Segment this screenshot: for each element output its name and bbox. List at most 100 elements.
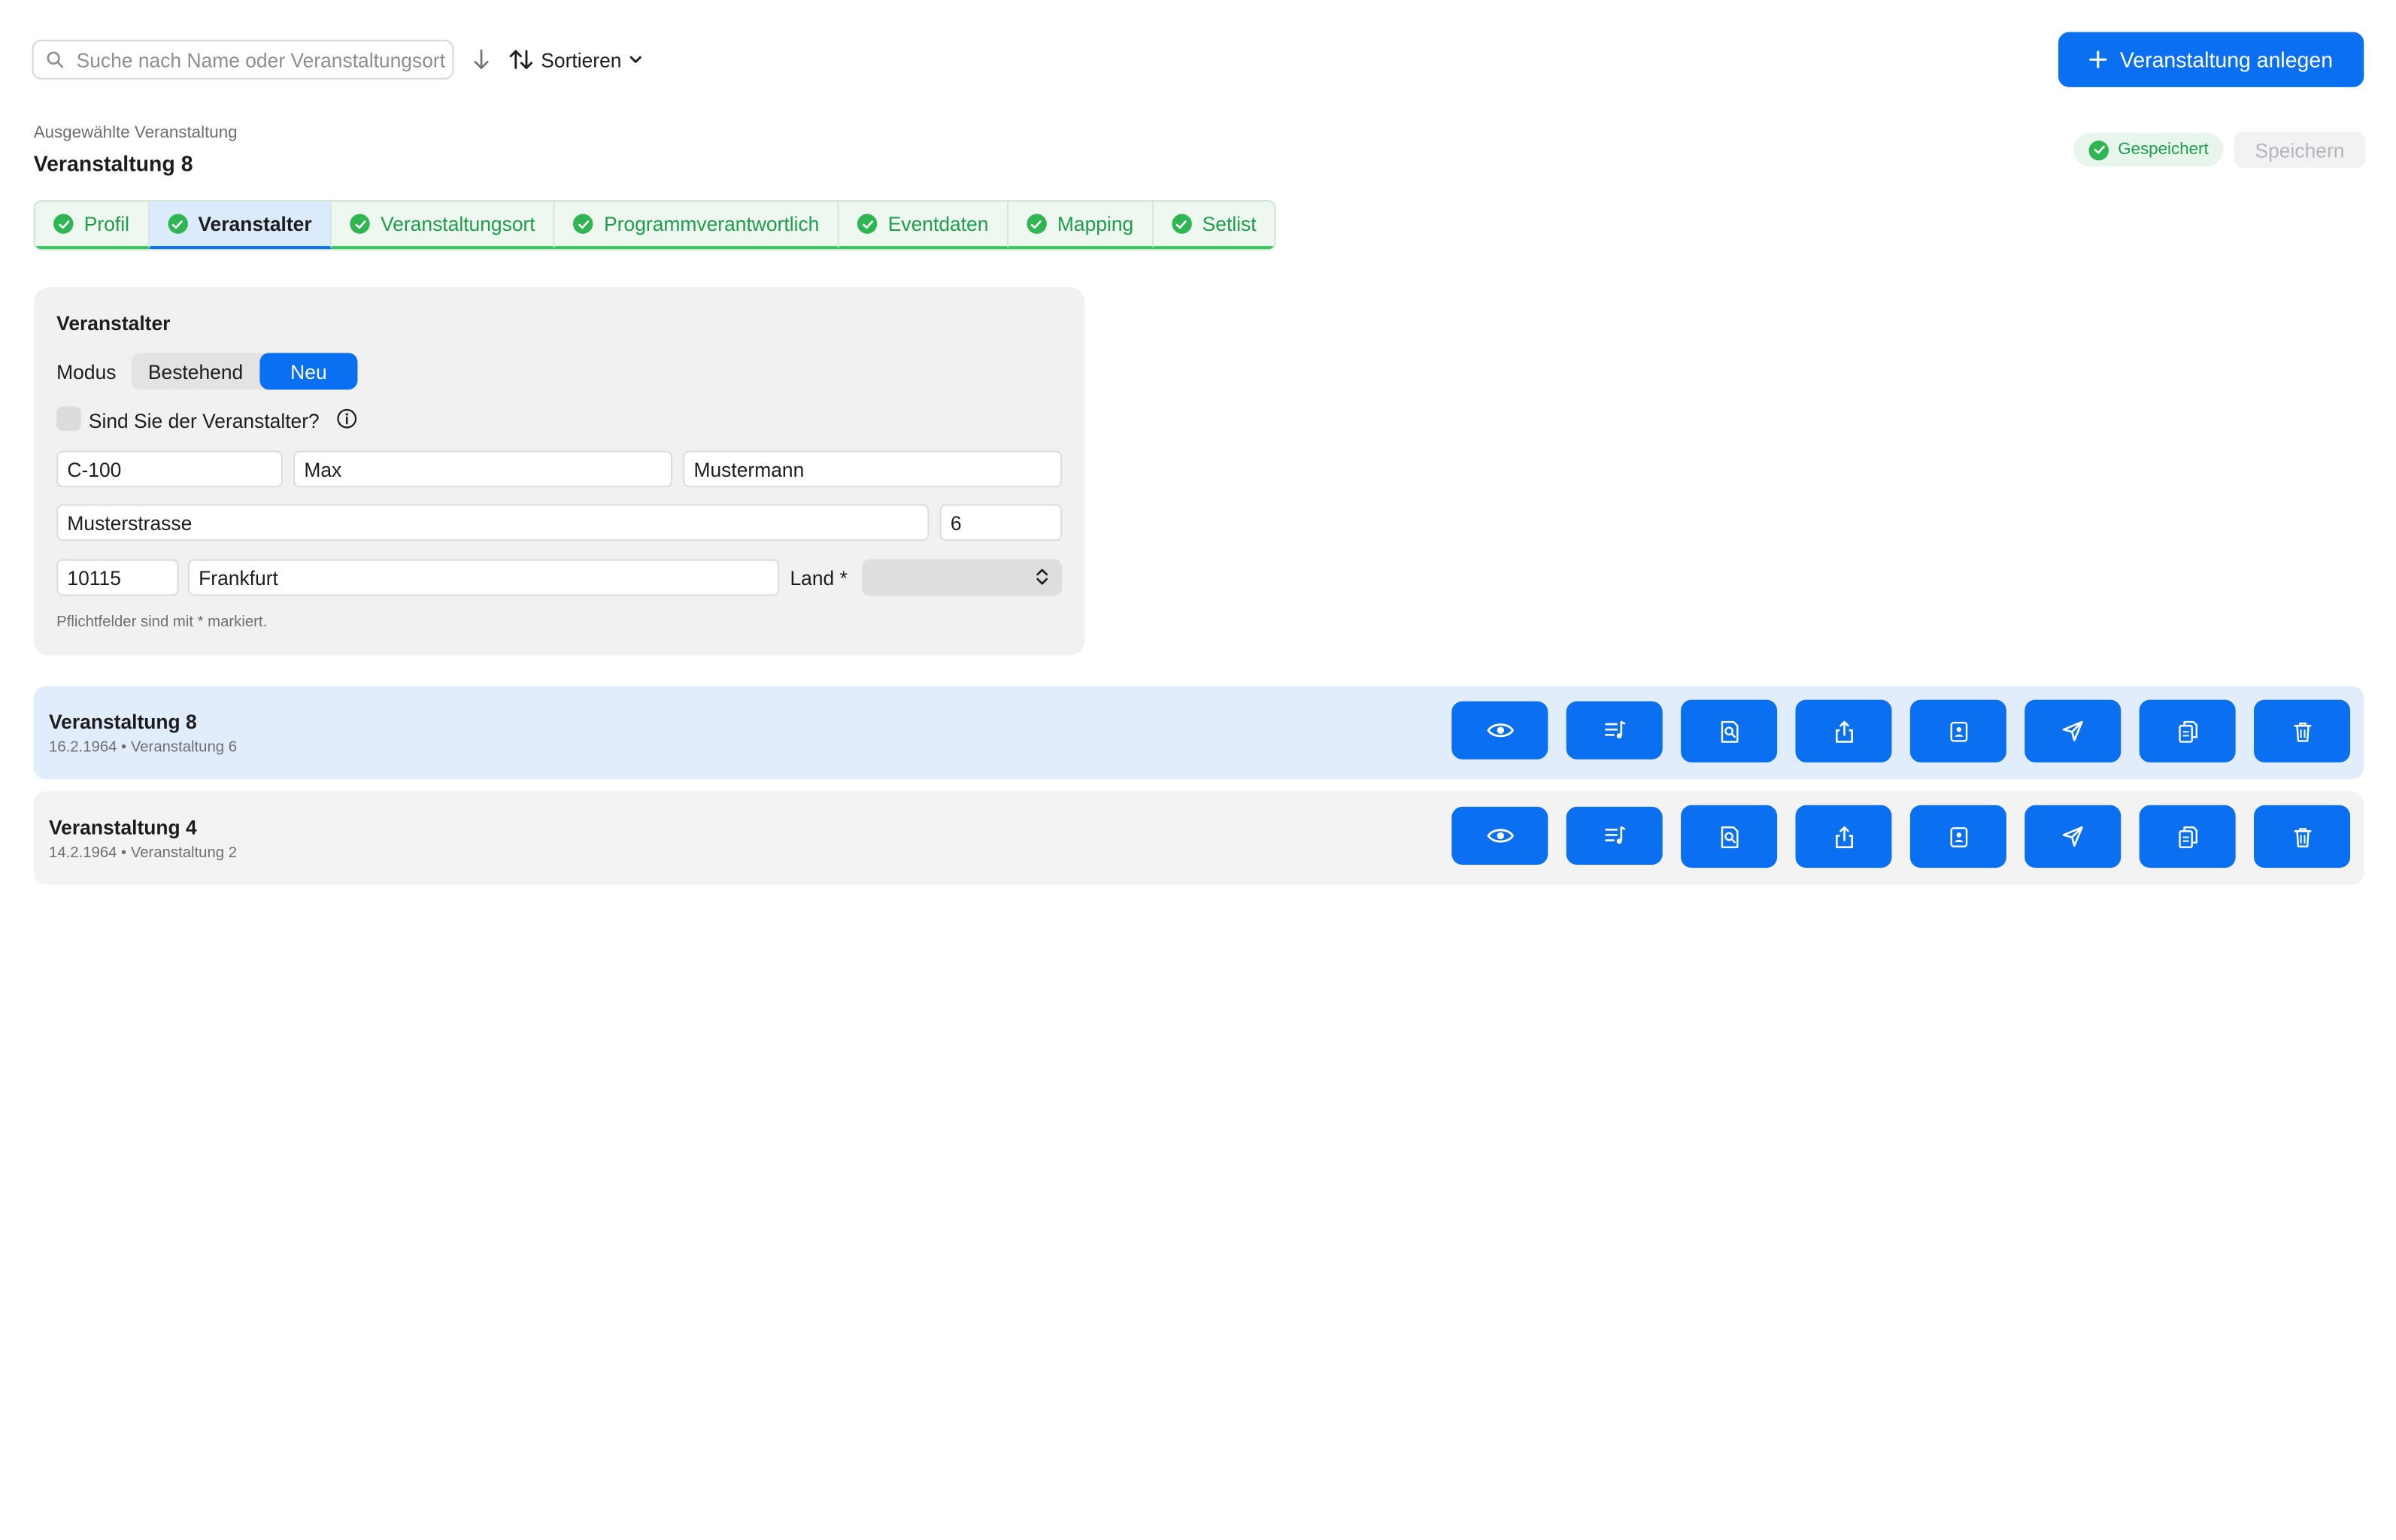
send-button[interactable] <box>2024 699 2122 762</box>
tab-label: Setlist <box>1202 212 1257 235</box>
setlist-button[interactable] <box>1566 806 1663 865</box>
document-search-button[interactable] <box>1681 805 1778 869</box>
tab-label: Programmverantwortlich <box>604 212 820 235</box>
event-actions <box>1451 699 2351 762</box>
copy-icon <box>2178 826 2197 847</box>
organizer-form-card: Veranstalter Modus Bestehend Neu Sind Si… <box>33 286 1085 656</box>
contact-card-icon <box>1949 720 1967 741</box>
duplicate-button[interactable] <box>2139 805 2236 869</box>
last-name-field[interactable]: Mustermann <box>683 450 1063 488</box>
event-title: Veranstaltung 4 <box>49 816 197 839</box>
first-name-field[interactable]: Max <box>293 450 673 488</box>
view-button[interactable] <box>1451 806 1548 865</box>
share-button[interactable] <box>1795 805 1892 869</box>
tab-veranstaltungsort[interactable]: Veranstaltungsort <box>332 202 556 250</box>
chevron-down-icon <box>629 56 641 63</box>
search-icon <box>34 50 77 68</box>
mode-segmented-control: Bestehend Neu <box>131 353 358 390</box>
toolbar: Sortieren Veranstaltung anlegen <box>32 32 2364 87</box>
tab-veranstalter[interactable]: Veranstalter <box>149 202 332 250</box>
search-input[interactable] <box>76 48 453 71</box>
check-circle-icon <box>1172 214 1192 234</box>
sort-arrows-icon <box>509 50 533 69</box>
check-circle-icon <box>857 214 878 234</box>
house-number-field[interactable]: 6 <box>939 504 1063 541</box>
setlist-icon <box>1604 720 1625 739</box>
tab-setlist[interactable]: Setlist <box>1153 202 1275 250</box>
tab-mapping[interactable]: Mapping <box>1008 202 1154 250</box>
customer-id-field[interactable]: C-100 <box>56 450 283 488</box>
app-root: Sortieren Veranstaltung anlegen Ausgewäh… <box>0 0 2396 1540</box>
country-label: Land * <box>790 566 848 590</box>
mode-option-bestehend[interactable]: Bestehend <box>132 353 260 390</box>
check-circle-icon <box>53 214 74 234</box>
country-select[interactable] <box>861 559 1063 596</box>
mode-label: Modus <box>56 360 117 384</box>
duplicate-button[interactable] <box>2139 699 2236 762</box>
sort-button[interactable]: Sortieren <box>509 46 641 74</box>
event-subtitle: 14.2.1964 • Veranstaltung 2 <box>49 844 238 862</box>
setlist-icon <box>1604 826 1625 844</box>
send-icon <box>2062 826 2083 847</box>
eye-icon <box>1486 723 1514 738</box>
is-organizer-label: Sind Sie der Veranstalter? <box>88 409 320 433</box>
sort-label: Sortieren <box>541 48 622 71</box>
zip-field[interactable]: 10115 <box>56 559 179 596</box>
search-box[interactable] <box>32 39 454 80</box>
sort-direction-button[interactable] <box>468 46 496 74</box>
info-icon[interactable] <box>336 408 357 429</box>
saved-status-badge: Gespeichert <box>2073 132 2224 167</box>
check-circle-icon <box>1027 214 1047 234</box>
tab-label: Eventdaten <box>887 212 989 235</box>
required-fields-hint: Pflichtfelder sind mit * markiert. <box>56 614 268 632</box>
send-icon <box>2062 720 2083 741</box>
document-search-icon <box>1720 826 1738 847</box>
share-icon <box>1834 825 1852 847</box>
create-event-button[interactable]: Veranstaltung anlegen <box>2058 32 2364 87</box>
is-organizer-checkbox[interactable] <box>56 406 81 431</box>
event-title: Veranstaltung 8 <box>49 710 197 734</box>
check-circle-icon <box>2088 139 2109 160</box>
check-circle-icon <box>167 214 188 234</box>
contact-card-button[interactable] <box>1909 699 2006 762</box>
city-field[interactable]: Frankfurt <box>187 559 780 596</box>
selected-event-caption: Ausgewählte Veranstaltung <box>33 123 238 142</box>
delete-button[interactable] <box>2254 805 2351 869</box>
mode-option-neu[interactable]: Neu <box>259 353 358 390</box>
selected-event-title: Veranstaltung 8 <box>33 151 193 176</box>
send-button[interactable] <box>2024 805 2122 869</box>
arrow-down-icon <box>474 49 489 69</box>
plus-icon <box>2089 50 2108 68</box>
check-circle-icon <box>350 214 370 234</box>
contact-card-button[interactable] <box>1909 805 2006 869</box>
event-subtitle: 16.2.1964 • Veranstaltung 6 <box>49 739 238 756</box>
save-button[interactable]: Speichern <box>2234 131 2366 168</box>
form-title: Veranstalter <box>56 311 171 335</box>
setlist-button[interactable] <box>1566 701 1663 759</box>
document-search-icon <box>1720 720 1738 742</box>
tab-profil[interactable]: Profil <box>35 202 150 250</box>
create-event-label: Veranstaltung anlegen <box>2119 47 2334 72</box>
document-search-button[interactable] <box>1681 699 1778 762</box>
tab-label: Veranstaltungsort <box>381 212 535 235</box>
share-button[interactable] <box>1795 699 1892 762</box>
tab-label: Mapping <box>1057 212 1134 235</box>
wizard-tabs: Profil Veranstalter Veranstaltungsort Pr… <box>33 200 1277 251</box>
contact-card-icon <box>1949 826 1967 847</box>
tab-label: Profil <box>83 212 129 235</box>
trash-icon <box>2293 721 2311 741</box>
view-button[interactable] <box>1451 701 1548 759</box>
check-circle-icon <box>573 214 593 234</box>
event-row[interactable]: Veranstaltung 4 14.2.1964 • Veranstaltun… <box>33 791 2364 885</box>
select-arrows-icon <box>1036 568 1048 585</box>
event-actions <box>1451 805 2351 869</box>
tab-label: Veranstalter <box>198 212 312 235</box>
copy-icon <box>2178 720 2197 742</box>
street-field[interactable]: Musterstrasse <box>56 504 930 541</box>
delete-button[interactable] <box>2254 699 2351 762</box>
eye-icon <box>1486 829 1514 843</box>
tab-programmverantwortlich[interactable]: Programmverantwortlich <box>555 202 839 250</box>
event-row[interactable]: Veranstaltung 8 16.2.1964 • Veranstaltun… <box>33 686 2364 780</box>
tab-eventdaten[interactable]: Eventdaten <box>839 202 1008 250</box>
saved-status-label: Gespeichert <box>2118 140 2209 159</box>
